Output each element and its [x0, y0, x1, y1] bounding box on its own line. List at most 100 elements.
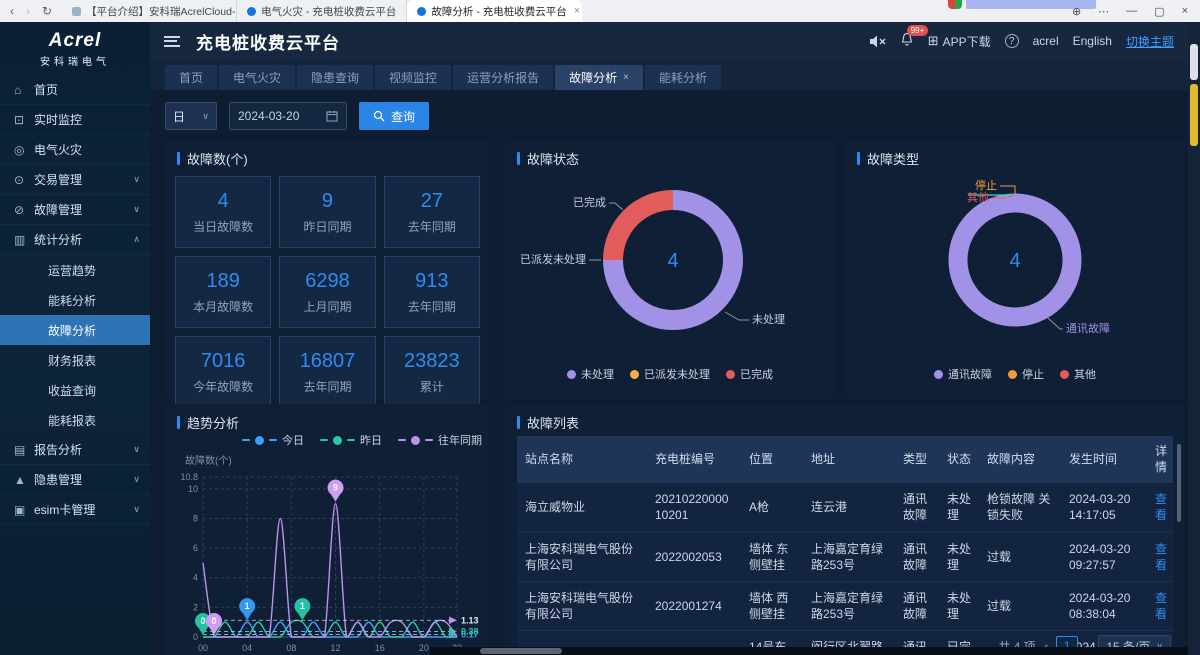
stat-cards: 4当日故障数 9昨日同期 27去年同期 189本月故障数 6298上月同期 91… [165, 168, 490, 408]
sidebar-item-home[interactable]: ⌂ 首页 [0, 75, 150, 105]
tab-video-monitor[interactable]: 视频监控 [375, 65, 451, 90]
tab-label: 电气火灾 [233, 69, 281, 86]
table-scrollbar[interactable] [1177, 444, 1181, 522]
sidebar-item-statistics[interactable]: ▥ 统计分析 ∧ [0, 225, 150, 255]
tab-home[interactable]: 首页 [165, 65, 217, 90]
sidebar-item-energy-analysis[interactable]: 能耗分析 [0, 285, 150, 315]
svg-text:20: 20 [419, 643, 429, 653]
title-accent-bar [177, 152, 180, 165]
legend-dot [934, 370, 943, 379]
notifications-button[interactable]: 99+ [900, 32, 914, 50]
svg-text:16: 16 [375, 643, 385, 653]
browser-tab-intro[interactable]: 【平台介绍】安科瑞AcrelCloud- [62, 0, 237, 22]
legend-dot [255, 436, 264, 445]
sidebar-item-energy-report[interactable]: 能耗报表 [0, 405, 150, 435]
sidebar-item-report-analysis[interactable]: ▤ 报告分析 ∨ [0, 435, 150, 465]
tab-close-icon[interactable]: × [623, 72, 629, 83]
stat-card: 27去年同期 [384, 176, 480, 248]
sidebar-item-realtime-monitor[interactable]: ⊡ 实时监控 [0, 105, 150, 135]
stat-card: 7016今年故障数 [175, 336, 271, 408]
tab-label: 能耗分析 [659, 69, 707, 86]
legend-item[interactable]: 已派发未处理 [630, 366, 710, 382]
sidebar-item-revenue-query[interactable]: 收益查询 [0, 375, 150, 405]
mute-icon[interactable] [869, 35, 886, 48]
legend-item[interactable]: 其他 [1060, 366, 1096, 382]
cell-status: 未处理 [939, 483, 979, 532]
app-download-link[interactable]: APP下载 [943, 33, 991, 50]
stat-card: 16807去年同期 [279, 336, 375, 408]
view-link[interactable]: 查看 [1147, 483, 1173, 532]
stat-label: 去年同期 [408, 218, 456, 235]
chevron-down-icon: ∨ [133, 474, 140, 485]
chevron-down-icon: ∨ [202, 111, 209, 122]
table-header-row: 站点名称 充电桩编号 位置 地址 类型 状态 故障内容 发生时间 详情 [517, 436, 1173, 483]
collapse-menu-icon[interactable] [164, 36, 180, 47]
donut-label-completed: 已完成 [573, 195, 606, 209]
browser-reload-icon[interactable]: ↻ [42, 4, 52, 18]
period-select[interactable]: 日 ∨ [165, 102, 217, 130]
sidebar-item-electric-fire[interactable]: ◎ 电气火灾 [0, 135, 150, 165]
legend-item[interactable]: 未处理 [567, 366, 614, 382]
tab-electric-fire[interactable]: 电气火灾 [219, 65, 295, 90]
notification-badge: 99+ [907, 25, 929, 36]
legend-label: 已完成 [740, 366, 773, 382]
window-close-button[interactable]: × [1182, 5, 1188, 17]
table-row: 上海安科瑞电气股份有限公司 2022002053 墙体 东侧壁挂 上海嘉定育绿路… [517, 532, 1173, 581]
username[interactable]: acrel [1033, 34, 1059, 48]
sidebar-item-fault-analysis[interactable]: 故障分析 [0, 315, 150, 345]
app-header: 充电桩收费云平台 99+ ⊞ APP下载 ? acrel [150, 22, 1188, 60]
browser-forward-icon[interactable]: › [26, 4, 30, 18]
qr-code-icon: ⊞ [928, 33, 939, 49]
tab-energy-analysis[interactable]: 能耗分析 [645, 65, 721, 90]
svg-text:0: 0 [200, 616, 205, 626]
panel-title: 故障状态 [527, 149, 579, 168]
view-link[interactable]: 查看 [1147, 581, 1173, 630]
legend-item[interactable]: 已完成 [726, 366, 773, 382]
legend-label: 停止 [1022, 366, 1044, 382]
tab-fault-analysis[interactable]: 故障分析 × [555, 65, 643, 90]
stat-card: 6298上月同期 [279, 256, 375, 328]
search-button[interactable]: 查询 [359, 102, 429, 130]
globe-icon[interactable]: ⊕ [1072, 5, 1081, 18]
tab-close-icon[interactable]: × [574, 5, 580, 17]
sidebar-item-trade-management[interactable]: ⊙ 交易管理 ∨ [0, 165, 150, 195]
legend-item-yesterday[interactable]: 昨日 [320, 432, 382, 448]
legend-item-past-year[interactable]: 往年同期 [398, 432, 482, 448]
sidebar-item-operation-trend[interactable]: 运营趋势 [0, 255, 150, 285]
scrollbar-thumb[interactable] [480, 648, 562, 654]
legend-dot [1060, 370, 1069, 379]
svg-text:1: 1 [245, 601, 250, 611]
language-switch[interactable]: English [1073, 34, 1112, 48]
theme-switch-link[interactable]: 切换主题 [1126, 33, 1174, 50]
cell-address: 上海嘉定育绿路253号 [803, 532, 895, 581]
stat-card: 4当日故障数 [175, 176, 271, 248]
sidebar-item-finance-report[interactable]: 财务报表 [0, 345, 150, 375]
chevron-up-icon: ∧ [133, 234, 140, 245]
legend-item-today[interactable]: 今日 [242, 432, 304, 448]
sidebar-item-hazard-management[interactable]: ▲ 隐患管理 ∨ [0, 465, 150, 495]
cell-address: 上海嘉定育绿路253号 [803, 581, 895, 630]
fault-status-donut-chart: 4 已完成 已派发未处理 未处理 [505, 168, 835, 364]
tab-hazard-query[interactable]: 隐患查询 [297, 65, 373, 90]
browser-back-icon[interactable]: ‹ [10, 4, 14, 18]
chevron-down-icon: ∨ [133, 204, 140, 215]
sidebar-item-esim-management[interactable]: ▣ esim卡管理 ∨ [0, 495, 150, 525]
vertical-scrollbar[interactable] [1188, 22, 1200, 655]
fault-list-panel: 故障列表 站点名称 充电桩编号 位置 地址 类型 状态 故障内容 发生时间 [505, 404, 1185, 655]
sidebar-item-fault-management[interactable]: ⊘ 故障管理 ∨ [0, 195, 150, 225]
horizontal-scrollbar[interactable] [430, 647, 1188, 655]
date-input[interactable]: 2024-03-20 [229, 102, 347, 130]
window-restore-button[interactable]: ▢ [1154, 5, 1164, 18]
legend-item[interactable]: 停止 [1008, 366, 1044, 382]
col-detail: 详情 [1147, 436, 1173, 483]
browser-tab-fault-analysis[interactable]: 故障分析 - 充电桩收费云平台 × [407, 0, 582, 22]
browser-tab-electric-fire[interactable]: 电气火灾 - 充电桩收费云平台 [237, 0, 407, 22]
tab-operation-report[interactable]: 运营分析报告 [453, 65, 553, 90]
legend-item[interactable]: 通讯故障 [934, 366, 992, 382]
browser-menu-icon[interactable]: ⋯ [1098, 5, 1109, 18]
view-link[interactable]: 查看 [1147, 532, 1173, 581]
window-minimize-button[interactable]: — [1126, 5, 1137, 17]
page-tab-bar: 首页 电气火灾 隐患查询 视频监控 运营分析报告 故障分析 × 能耗分析 [150, 60, 1188, 90]
help-icon[interactable]: ? [1005, 34, 1019, 48]
scrollbar-thumb[interactable] [1190, 44, 1198, 80]
